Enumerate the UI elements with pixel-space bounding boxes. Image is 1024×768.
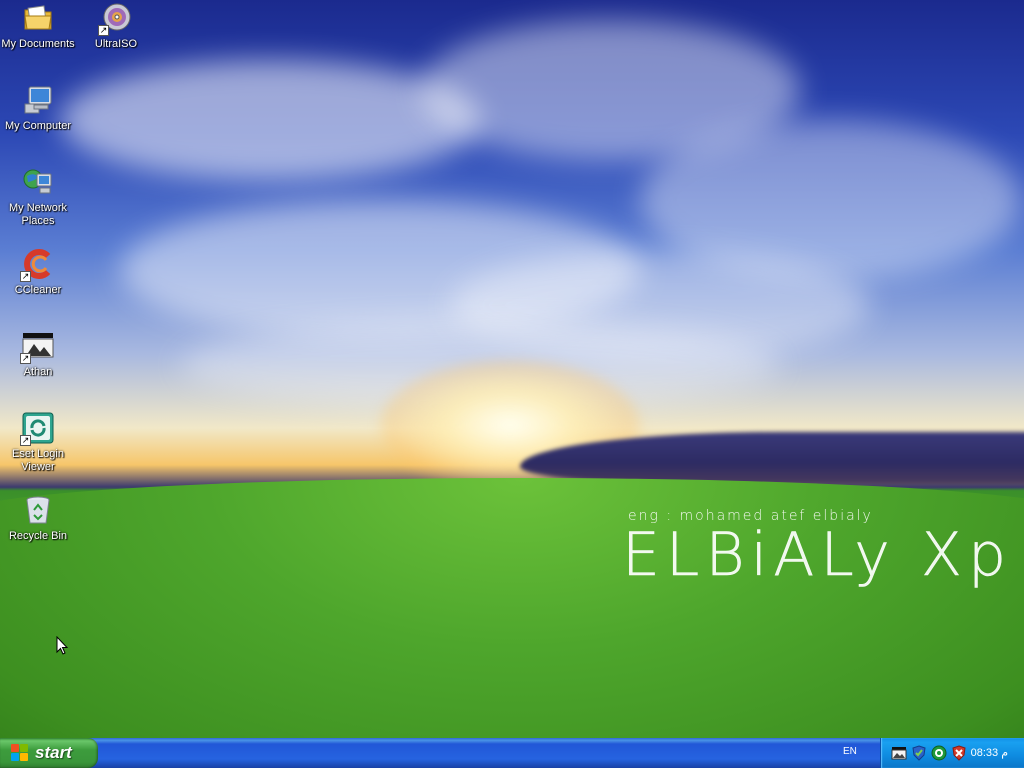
desktop[interactable]: My Documents ↗ UltraISO My Computer My N…	[0, 0, 1024, 738]
desktop-icon-label: My Computer	[4, 120, 72, 132]
desktop-icon-label: UltraISO	[94, 38, 138, 50]
desktop-icon-athan[interactable]: ↗ Athan	[0, 330, 76, 379]
shortcut-arrow-icon: ↗	[98, 25, 109, 36]
desktop-icon-label: Recycle Bin	[8, 530, 68, 542]
green-circle-tray-icon[interactable]	[931, 745, 947, 761]
mouse-cursor-icon	[56, 635, 69, 660]
start-label: start	[35, 743, 72, 762]
shield-update-tray-icon[interactable]	[911, 745, 927, 761]
network-icon	[22, 166, 54, 198]
desktop-icon-my-documents[interactable]: My Documents	[0, 2, 76, 51]
eset-icon: ↗	[20, 412, 54, 446]
taskbar[interactable]: start EN 08:33 م	[0, 738, 1024, 768]
shortcut-arrow-icon: ↗	[20, 353, 31, 364]
language-indicator[interactable]: EN	[843, 746, 857, 757]
desktop-icon-label: CCleaner	[14, 284, 62, 296]
desktop-icon-my-network-places[interactable]: My Network Places	[0, 166, 76, 228]
ccleaner-icon: ↗	[20, 248, 54, 282]
desktop-icon-label: My Network Places	[8, 202, 68, 227]
desktop-icon-label: Athan	[23, 366, 53, 378]
shortcut-arrow-icon: ↗	[20, 435, 31, 446]
disc-icon: ↗	[98, 2, 132, 36]
wallpaper-title: ELBiALy Xp	[622, 520, 1013, 591]
recycle-bin-icon	[22, 494, 54, 526]
network-tray-icon[interactable]	[891, 745, 907, 761]
shortcut-arrow-icon: ↗	[20, 271, 31, 282]
desktop-icon-ultraiso[interactable]: ↗ UltraISO	[78, 2, 154, 51]
athan-icon: ↗	[20, 330, 54, 364]
system-tray: 08:33 م	[880, 738, 1024, 768]
folder-documents-icon	[22, 2, 54, 34]
desktop-icon-my-computer[interactable]: My Computer	[0, 84, 76, 133]
antivirus-tray-icon[interactable]	[951, 745, 967, 761]
clock[interactable]: 08:33 م	[971, 746, 1008, 759]
desktop-icon-label: Eset Login Viewer	[12, 448, 64, 473]
desktop-icon-recycle-bin[interactable]: Recycle Bin	[0, 494, 76, 543]
desktop-icon-eset-login-viewer[interactable]: ↗ Eset Login Viewer	[0, 412, 76, 474]
desktop-icon-label: My Documents	[1, 38, 75, 50]
computer-icon	[22, 84, 54, 116]
desktop-icon-ccleaner[interactable]: ↗ CCleaner	[0, 248, 76, 297]
start-button[interactable]: start	[0, 738, 98, 768]
windows-logo-icon	[11, 744, 29, 762]
